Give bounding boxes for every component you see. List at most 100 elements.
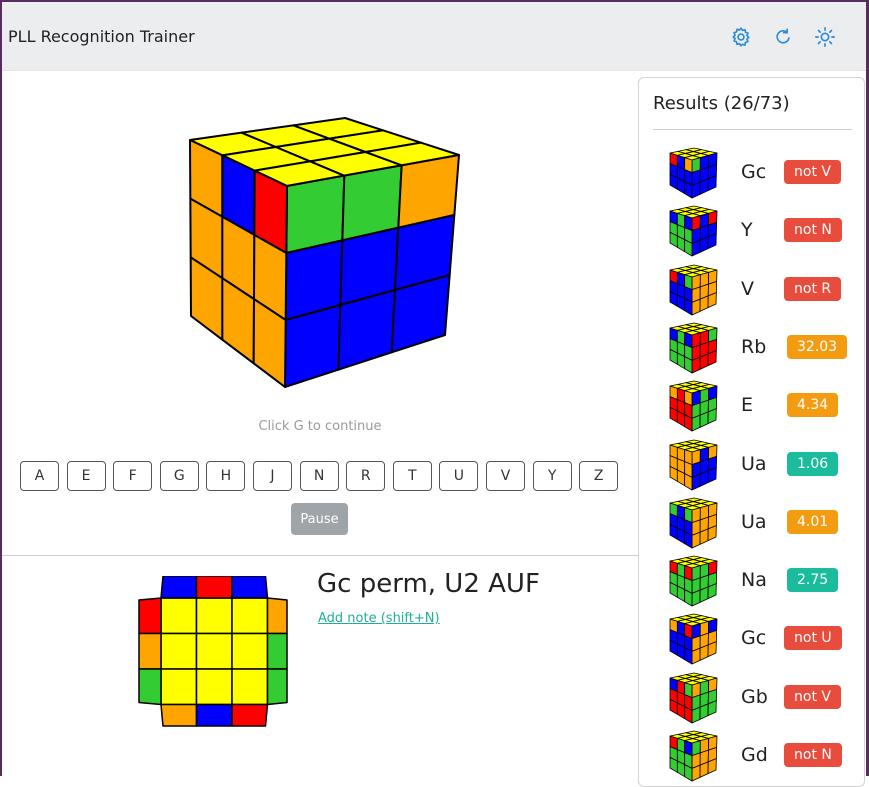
thumb-right-sticker [691, 473, 701, 490]
result-row[interactable]: E 4.34 [639, 380, 864, 432]
letter-button-u[interactable]: U [439, 461, 479, 491]
thumb-right-sticker [691, 298, 701, 315]
result-status-badge: not V [784, 160, 841, 184]
app-title: PLL Recognition Trainer [8, 27, 195, 46]
result-status-badge: not U [784, 626, 842, 651]
result-case-name: Ua [741, 452, 767, 475]
result-case-name: Rb [741, 335, 767, 358]
cube-3d-view [189, 117, 460, 388]
letter-button-h[interactable]: H [206, 461, 246, 491]
net-front-edge-sticker [195, 703, 233, 727]
thumb-right-sticker [691, 356, 701, 374]
result-cube-thumbnail [669, 613, 718, 665]
letter-button-g[interactable]: G [159, 461, 199, 491]
result-status-badge: not N [784, 743, 842, 767]
result-status-badge: 1.06 [787, 451, 839, 476]
result-case-name: E [741, 394, 754, 417]
result-row[interactable]: Vnot R [639, 264, 864, 316]
results-panel: Results (26/73) Gc not V Ynot N Vnot R Rb 32.… [638, 77, 865, 787]
letter-button-r[interactable]: R [346, 461, 386, 491]
net-top-sticker [231, 632, 269, 670]
cube-right-sticker [284, 304, 342, 388]
net-right-edge-sticker [266, 668, 288, 706]
net-left-edge-sticker [138, 668, 162, 706]
results-title: Results (26/73) [653, 93, 790, 114]
result-cube-thumbnail [669, 730, 718, 782]
pause-button[interactable]: Pause [291, 503, 348, 535]
top-navbar: PLL Recognition Trainer [2, 2, 866, 71]
net-front-edge-sticker [160, 703, 198, 727]
continue-hint: Click G to continue [258, 419, 382, 434]
result-case-name: Gb [741, 685, 768, 708]
result-cube-thumbnail [669, 264, 718, 315]
net-right-edge-sticker [266, 597, 288, 635]
net-front-edge-sticker [231, 703, 269, 727]
net-back-edge-sticker [160, 576, 198, 599]
letter-button-n[interactable]: N [299, 461, 339, 491]
result-row[interactable]: Ynot N [639, 205, 864, 257]
net-left-edge-sticker [138, 632, 162, 670]
thumb-right-sticker [691, 414, 701, 432]
result-case-name: Y [741, 219, 753, 242]
thumb-right-sticker [691, 648, 701, 665]
net-top-sticker [195, 668, 233, 706]
result-cube-thumbnail [669, 497, 718, 549]
case-top-view-net [138, 576, 288, 727]
result-cube-thumbnail [669, 322, 718, 374]
letter-button-y[interactable]: Y [532, 461, 572, 491]
result-case-name: Gd [741, 744, 768, 766]
net-back-edge-sticker [231, 576, 269, 599]
results-divider [653, 129, 852, 130]
result-cube-thumbnail [669, 147, 718, 199]
result-status-badge: not V [784, 684, 841, 709]
section-divider [2, 555, 638, 556]
add-note-link[interactable]: Add note (shift+N) [318, 611, 440, 626]
letter-button-e[interactable]: E [66, 461, 106, 491]
result-cube-thumbnail [669, 672, 718, 724]
thumb-right-sticker [691, 181, 701, 199]
thumb-right-sticker [691, 706, 701, 724]
net-right-edge-sticker [266, 632, 288, 670]
result-row[interactable]: Gd not N [639, 730, 864, 782]
window-frame-left [0, 0, 2, 776]
result-row[interactable]: Na 2.75 [639, 555, 864, 607]
result-row[interactable]: Gc not V [639, 147, 864, 199]
result-status-badge: 4.01 [787, 509, 839, 534]
result-case-name: V [741, 277, 754, 300]
letter-button-f[interactable]: F [113, 461, 153, 491]
reset-icon[interactable] [772, 26, 794, 48]
settings-gear-icon[interactable] [730, 26, 752, 48]
result-status-badge: 4.34 [787, 393, 839, 418]
net-top-sticker [160, 632, 198, 670]
net-back-edge-sticker [195, 576, 233, 599]
thumb-right-sticker [691, 764, 701, 782]
letter-button-z[interactable]: Z [579, 461, 619, 491]
net-top-sticker [195, 597, 233, 635]
result-row[interactable]: Ua 1.06 [639, 439, 864, 491]
result-cube-thumbnail [669, 205, 718, 257]
result-case-name: Gc [741, 627, 767, 650]
letter-button-t[interactable]: T [392, 461, 432, 491]
result-cube-thumbnail [669, 555, 718, 607]
letter-button-a[interactable]: A [20, 461, 59, 491]
net-top-sticker [160, 597, 198, 635]
theme-sun-icon[interactable] [814, 26, 836, 48]
result-row[interactable]: Ua 4.01 [639, 497, 864, 549]
net-top-sticker [160, 668, 198, 706]
thumb-right-sticker [691, 531, 701, 549]
net-left-edge-sticker [138, 597, 162, 635]
result-row[interactable]: Rb 32.03 [639, 322, 864, 374]
result-row[interactable]: Gc not U [639, 613, 864, 665]
letter-button-v[interactable]: V [486, 461, 525, 491]
result-cube-thumbnail [669, 439, 718, 490]
result-row[interactable]: Gb not V [639, 672, 864, 724]
case-title: Gc perm, U2 AUF [317, 569, 540, 599]
letter-button-j[interactable]: J [253, 461, 292, 491]
letter-button-row: AEFGHJNRTUVYZ [20, 461, 620, 493]
result-case-name: Ua [741, 510, 767, 533]
result-case-name: Gc [741, 161, 767, 183]
result-status-badge: 32.03 [787, 334, 848, 359]
result-case-name: Na [741, 569, 767, 592]
net-top-sticker [195, 632, 233, 670]
result-status-badge: not N [784, 218, 842, 243]
